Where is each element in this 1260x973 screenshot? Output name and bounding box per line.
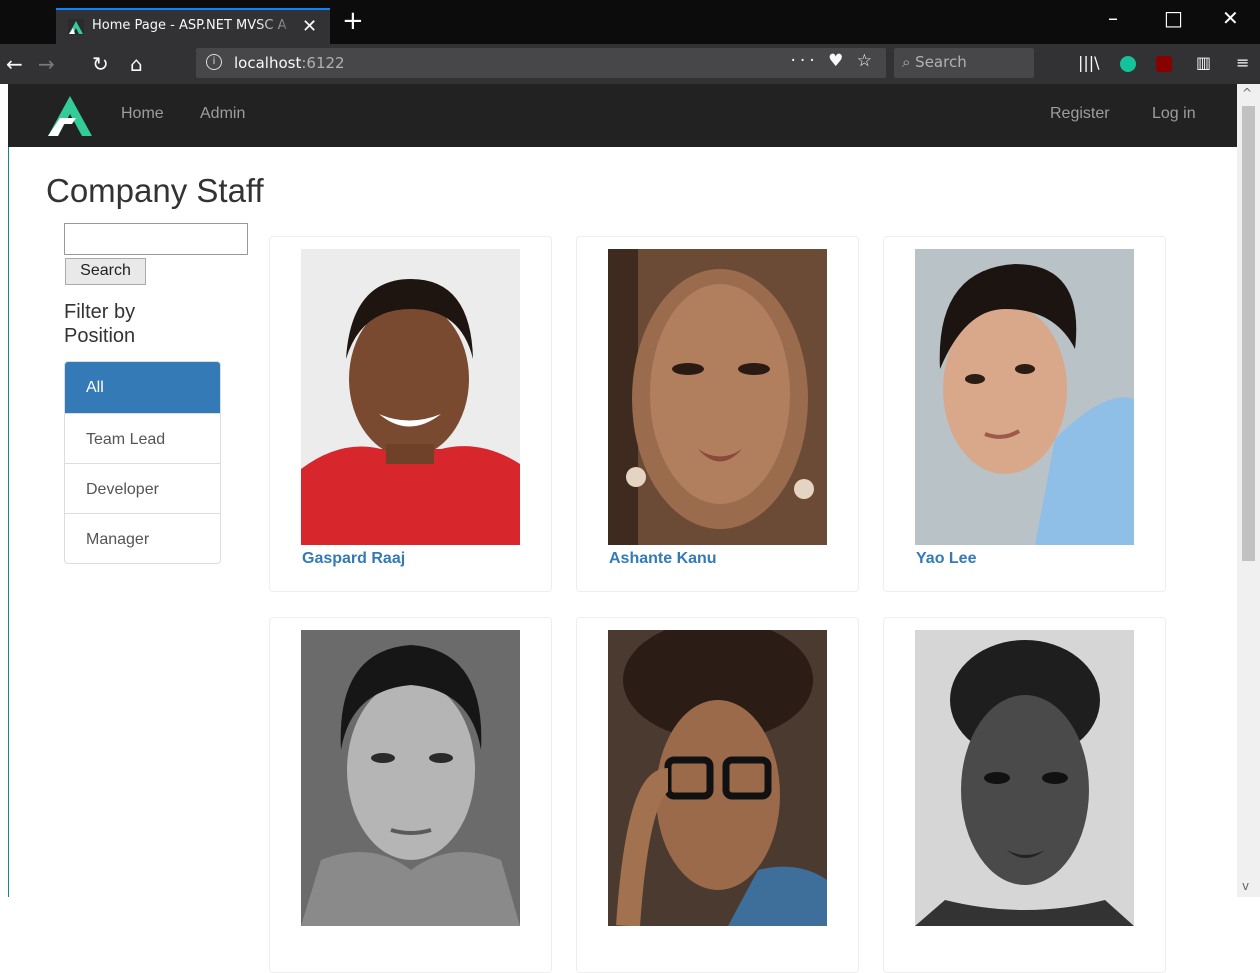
library-icon[interactable]: |||\ xyxy=(1078,53,1100,72)
reload-icon[interactable]: ↻ xyxy=(92,52,109,76)
browser-tab[interactable]: Home Page - ASP.NET MVSC A ✕ xyxy=(56,8,330,44)
staff-name[interactable]: Ashante Kanu xyxy=(609,550,717,568)
search-icon: ⌕ xyxy=(902,53,916,71)
scrollbar[interactable]: ^ v xyxy=(1237,84,1260,897)
filter-item-team-lead[interactable]: Team Lead xyxy=(65,413,220,463)
staff-photo[interactable] xyxy=(915,630,1134,926)
browser-toolbar: ← → ↻ ⌂ i localhost:6122 ··· ♥ ☆ ⌕ Searc… xyxy=(0,44,1260,84)
close-window-icon[interactable]: ✕ xyxy=(1222,6,1239,30)
site-favicon-icon xyxy=(68,19,84,35)
staff-card[interactable] xyxy=(576,617,859,973)
filter-title: Filter by Position xyxy=(64,301,136,347)
staff-name[interactable]: Gaspard Raaj xyxy=(302,550,405,568)
close-tab-icon[interactable]: ✕ xyxy=(302,16,317,37)
grammarly-icon[interactable] xyxy=(1120,56,1136,72)
staff-card[interactable]: Yao Lee xyxy=(883,236,1166,592)
back-icon[interactable]: ← xyxy=(6,52,23,76)
staff-photo[interactable] xyxy=(915,249,1134,545)
search-button[interactable]: Search xyxy=(65,258,146,285)
nav-admin-link[interactable]: Admin xyxy=(200,105,245,123)
staff-card[interactable] xyxy=(269,617,552,973)
forward-icon[interactable]: → xyxy=(38,52,55,76)
nav-home-link[interactable]: Home xyxy=(121,105,164,123)
filter-item-all[interactable]: All xyxy=(65,362,220,413)
staff-card[interactable]: Gaspard Raaj xyxy=(269,236,552,592)
staff-search-input[interactable] xyxy=(64,223,248,255)
scroll-thumb[interactable] xyxy=(1242,106,1255,561)
staff-name[interactable]: Yao Lee xyxy=(916,550,976,568)
staff-card[interactable]: Ashante Kanu xyxy=(576,236,859,592)
new-tab-icon[interactable]: + xyxy=(342,6,364,36)
filter-item-manager[interactable]: Manager xyxy=(65,513,220,563)
menu-icon[interactable]: ≡ xyxy=(1236,53,1249,72)
staff-photo[interactable] xyxy=(301,630,520,926)
page-info-icon[interactable]: i xyxy=(206,54,222,70)
nav-register-link[interactable]: Register xyxy=(1050,105,1110,123)
page-actions-icon[interactable]: ··· ♥ ☆ xyxy=(791,51,877,71)
address-url: localhost:6122 xyxy=(234,54,345,72)
scroll-down-icon[interactable]: v xyxy=(1242,879,1249,893)
page-title: Company Staff xyxy=(46,172,264,209)
site-navbar: Home Admin Register Log in xyxy=(8,84,1237,147)
position-filter-list: All Team Lead Developer Manager xyxy=(64,361,221,564)
nav-login-link[interactable]: Log in xyxy=(1152,105,1196,123)
address-bar[interactable]: i localhost:6122 ··· ♥ ☆ xyxy=(196,48,886,78)
browser-search-box[interactable]: ⌕ Search xyxy=(894,48,1034,78)
browser-tab-bar: Home Page - ASP.NET MVSC A ✕ + – □ ✕ xyxy=(0,0,1260,44)
staff-card[interactable] xyxy=(883,617,1166,973)
staff-photo[interactable] xyxy=(608,630,827,926)
ublock-icon[interactable] xyxy=(1156,56,1172,72)
filter-item-developer[interactable]: Developer xyxy=(65,463,220,513)
minimize-window-icon[interactable]: – xyxy=(1108,6,1118,30)
home-icon[interactable]: ⌂ xyxy=(130,52,143,76)
maximize-window-icon[interactable]: □ xyxy=(1164,6,1183,30)
site-logo[interactable] xyxy=(46,94,94,138)
staff-photo[interactable] xyxy=(608,249,827,545)
staff-photo[interactable] xyxy=(301,249,520,545)
sidebar-icon[interactable]: ▥ xyxy=(1196,53,1211,72)
scroll-up-icon[interactable]: ^ xyxy=(1242,86,1252,100)
